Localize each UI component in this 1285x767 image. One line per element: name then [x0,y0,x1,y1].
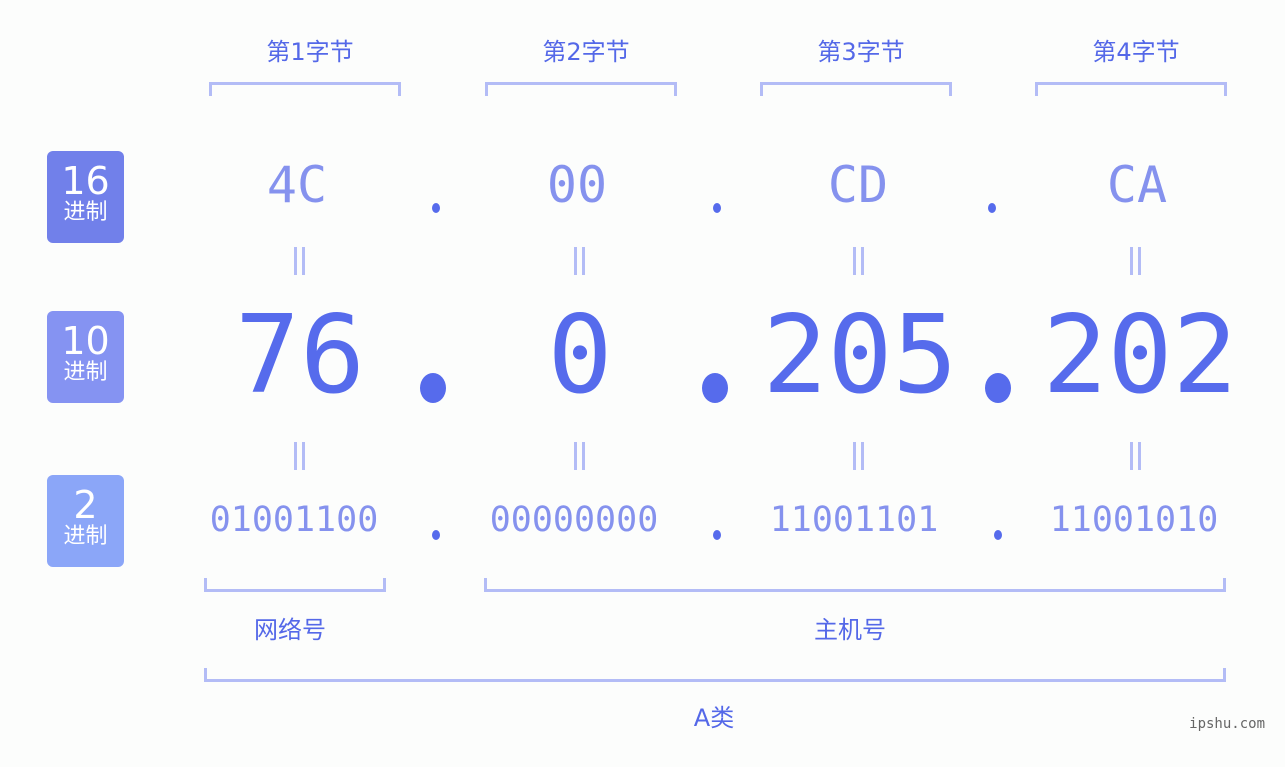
bin-byte-2: 00000000 [489,500,659,540]
hex-badge-number: 16 [61,159,110,203]
hex-byte-1: 4C [266,156,328,214]
equals-icon [851,247,867,275]
class-bracket [204,668,1226,682]
bin-dot-3 [994,530,1002,540]
dec-badge: 10 进制 [47,311,124,403]
dec-dot-2 [702,373,728,403]
dec-dot-3 [985,373,1011,403]
hex-badge-unit: 进制 [63,200,108,225]
hex-byte-4: CA [1106,156,1168,214]
dec-byte-4: 202 [1042,293,1238,418]
dec-byte-3: 205 [762,293,958,418]
network-bracket [204,578,386,592]
equals-icon [1128,442,1144,470]
equals-icon [292,442,308,470]
bin-dot-2 [713,530,721,540]
dec-byte-2: 0 [547,293,613,418]
byte-2-label: 第2字节 [542,38,630,66]
bin-byte-1: 01001100 [209,500,379,540]
bin-dot-1 [432,530,440,540]
bin-byte-3: 11001101 [769,500,939,540]
equals-icon [572,442,588,470]
equals-icon [572,247,588,275]
host-bracket [484,578,1226,592]
bin-badge-number: 2 [73,483,98,527]
byte-3-label: 第3字节 [817,38,905,66]
hex-byte-2: 00 [546,156,608,214]
byte-1-label: 第1字节 [266,38,354,66]
watermark: ipshu.com [1189,716,1265,732]
bin-badge-unit: 进制 [63,524,108,549]
byte-2-bracket [485,82,677,96]
dec-dot-1 [420,373,446,403]
equals-icon [851,442,867,470]
hex-dot-1 [432,203,440,213]
equals-icon [292,247,308,275]
bin-badge: 2 进制 [47,475,124,567]
class-label: A类 [693,704,735,732]
byte-1-bracket [209,82,401,96]
byte-3-bracket [760,82,952,96]
hex-byte-3: CD [827,156,889,214]
network-label: 网络号 [254,616,326,644]
hex-dot-2 [713,203,721,213]
equals-icon [1128,247,1144,275]
dec-byte-1: 76 [234,293,366,418]
bin-byte-4: 11001010 [1049,500,1219,540]
byte-4-label: 第4字节 [1092,38,1180,66]
byte-4-bracket [1035,82,1227,96]
host-label: 主机号 [814,616,886,644]
dec-badge-unit: 进制 [63,360,108,385]
dec-badge-number: 10 [61,319,110,363]
hex-dot-3 [988,203,996,213]
hex-badge: 16 进制 [47,151,124,243]
